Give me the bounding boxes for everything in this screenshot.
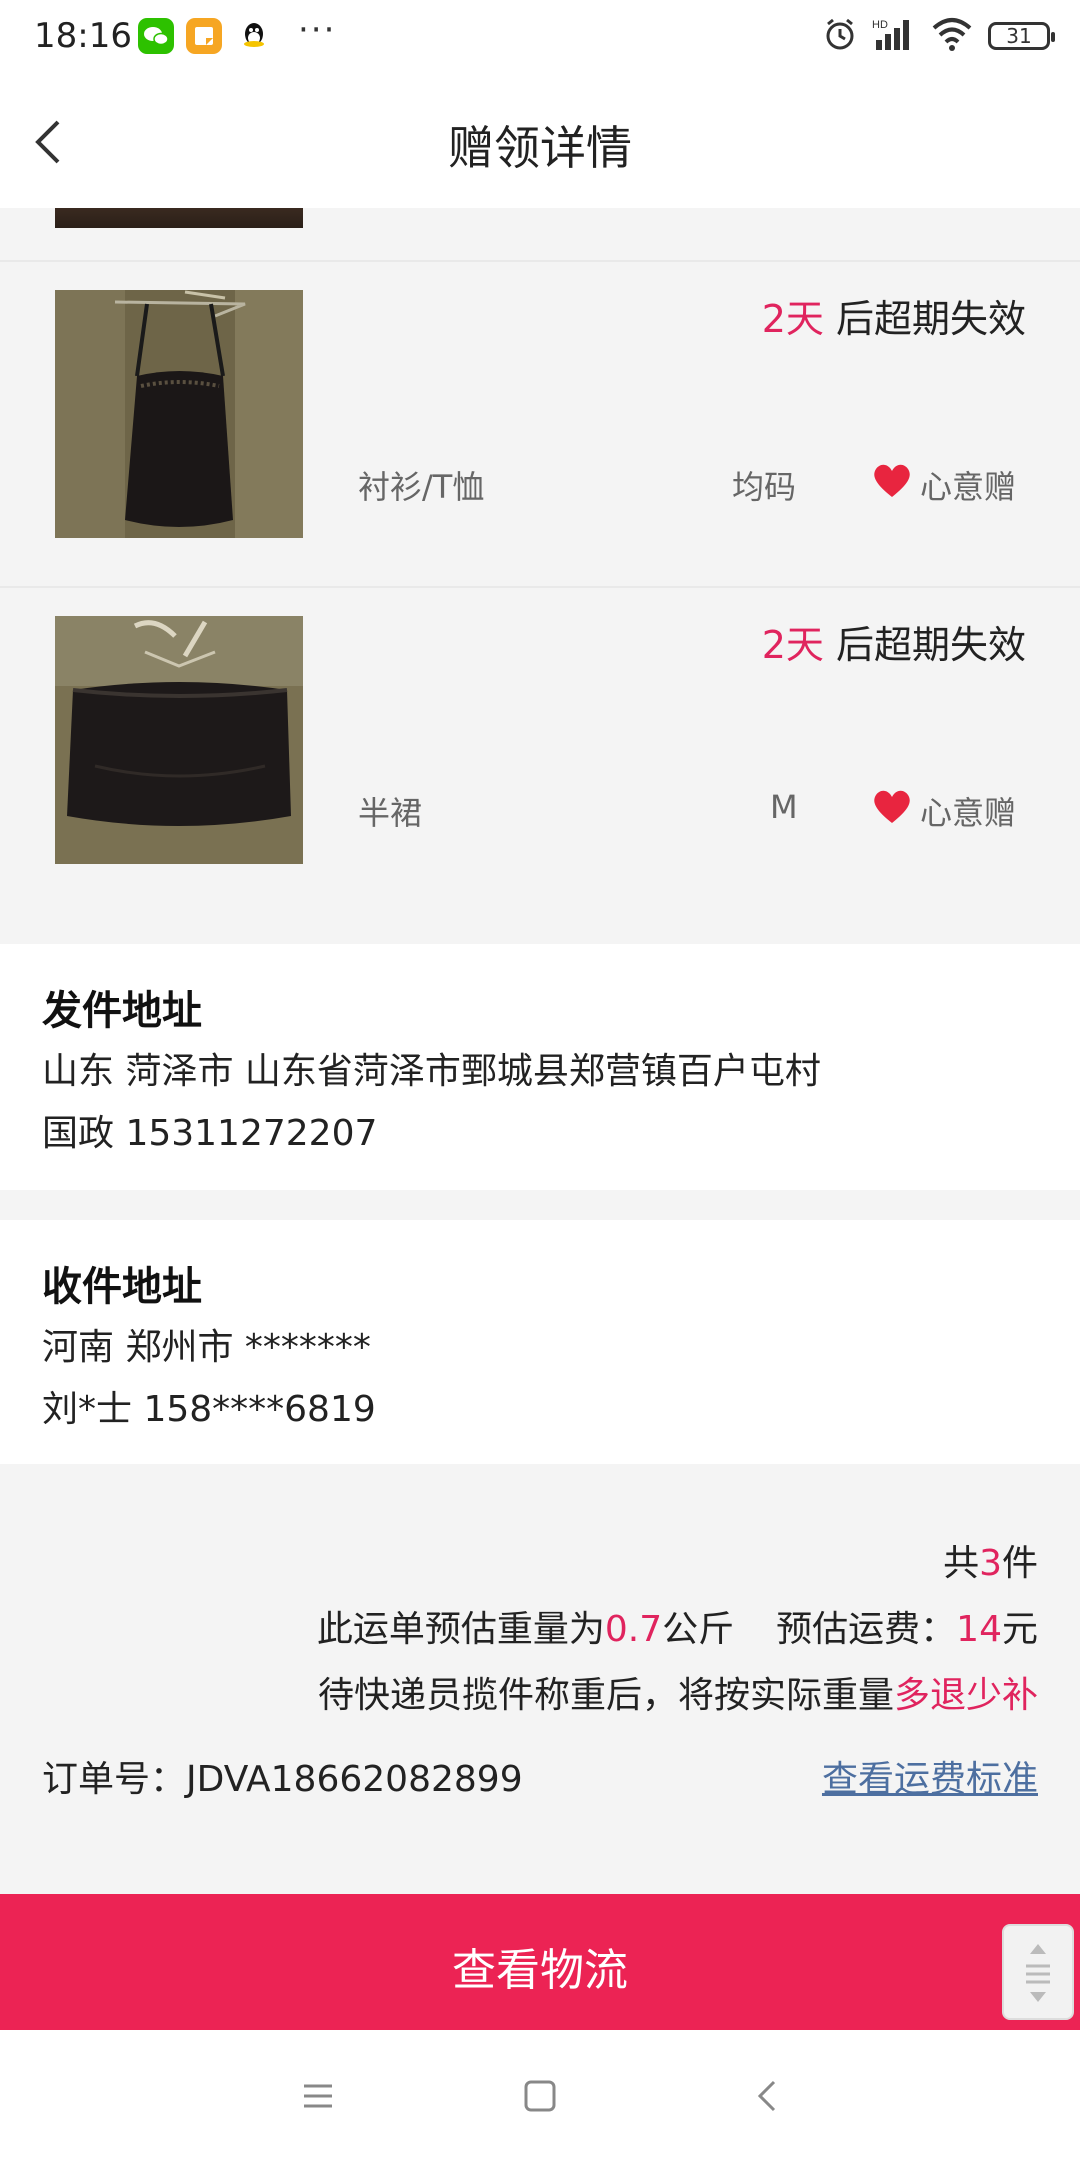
- wechat-icon: [138, 18, 174, 54]
- camisole-photo-icon: [55, 290, 303, 538]
- wifi-icon: [930, 16, 974, 56]
- total-suffix: 件: [1001, 1543, 1038, 1584]
- sender-address: 山东 菏泽市 山东省菏泽市鄄城县郑营镇百户屯村: [42, 1051, 821, 1092]
- expiry-text: 2天 后超期失效: [762, 288, 1026, 343]
- battery-icon: 31: [988, 22, 1055, 50]
- weight-unit: 公斤: [662, 1609, 735, 1650]
- list-item-partial: [0, 208, 1080, 260]
- weight-note: 待快递员揽件称重后，将按实际重量多退少补: [318, 1666, 1038, 1718]
- item-size: 均码: [732, 468, 797, 506]
- fee-standard-link[interactable]: 查看运费标准: [822, 1750, 1038, 1802]
- expiry-days: 2天: [761, 623, 824, 667]
- item-total: 共3件: [943, 1534, 1038, 1586]
- view-logistics-button[interactable]: 查看物流: [0, 1894, 1080, 2030]
- receiver-address: 河南 郑州市 *******: [42, 1327, 371, 1368]
- weight-value: 0.7: [604, 1609, 663, 1650]
- system-nav-bar: [0, 2030, 1080, 2160]
- skirt-photo-icon: [55, 616, 303, 864]
- gift-badge: 心意赠: [872, 788, 1016, 834]
- receiver-address-card: 收件地址 河南 郑州市 ******* 刘*士 158****6819: [0, 1220, 1080, 1464]
- item-category: 衬衫/T恤: [358, 468, 485, 506]
- expiry-label: 后超期失效: [823, 623, 1026, 667]
- item-image-partial: [55, 208, 303, 228]
- sender-contact: 国政 15311272207: [42, 1113, 378, 1154]
- signal-icon: HD: [872, 16, 916, 56]
- expiry-label: 后超期失效: [823, 297, 1026, 341]
- back-nav-icon[interactable]: [746, 2074, 790, 2118]
- list-item[interactable]: 2天 后超期失效 衬衫/T恤 均码 心意赠: [0, 262, 1080, 586]
- menu-icon[interactable]: [296, 2074, 340, 2118]
- heart-icon: [872, 789, 912, 833]
- item-category: 半裙: [358, 794, 423, 832]
- weight-fee-line: 此运单预估重量为0.7公斤 预估运费：14元: [317, 1600, 1038, 1652]
- total-prefix: 共: [943, 1543, 980, 1584]
- note-highlight: 多退少补: [893, 1675, 1038, 1716]
- status-bar: 18:16 ··· HD 31: [0, 0, 1080, 76]
- notes-icon: [186, 18, 222, 54]
- weight-prefix: 此运单预估重量为: [316, 1609, 605, 1650]
- sender-title: 发件地址: [42, 988, 202, 1034]
- receiver-title: 收件地址: [42, 1264, 202, 1310]
- alarm-icon: [822, 16, 858, 56]
- gift-label: 心意赠: [920, 468, 1017, 506]
- total-count: 3: [979, 1543, 1002, 1584]
- expiry-text: 2天 后超期失效: [762, 614, 1026, 669]
- expiry-days: 2天: [761, 297, 824, 341]
- sender-address-card: 发件地址 山东 菏泽市 山东省菏泽市鄄城县郑营镇百户屯村 国政 15311272…: [0, 944, 1080, 1190]
- receiver-contact: 刘*士 158****6819: [42, 1389, 376, 1430]
- fee-unit: 元: [1001, 1609, 1038, 1650]
- title-bar: 赠领详情: [0, 76, 1080, 208]
- note-prefix: 待快递员揽件称重后，将按实际重量: [317, 1675, 894, 1716]
- home-icon[interactable]: [518, 2074, 562, 2118]
- list-item[interactable]: 2天 后超期失效 半裙 M 心意赠: [0, 588, 1080, 912]
- status-time: 18:16: [34, 16, 132, 56]
- view-logistics-label: 查看物流: [452, 1945, 628, 1996]
- svg-text:HD: HD: [872, 19, 888, 31]
- item-size: M: [770, 788, 798, 826]
- gift-badge: 心意赠: [872, 462, 1016, 508]
- gift-label: 心意赠: [920, 794, 1017, 832]
- qq-icon: [236, 18, 272, 54]
- more-notifications-icon: ···: [298, 10, 337, 50]
- fee-prefix: 预估运费：: [776, 1609, 957, 1650]
- order-number: 订单号：JDVA18662082899: [42, 1759, 523, 1800]
- scroll-handle-icon[interactable]: [1002, 1924, 1074, 2020]
- fee-value: 14: [956, 1609, 1002, 1650]
- heart-icon: [872, 463, 912, 507]
- page-title: 赠领详情: [448, 121, 632, 175]
